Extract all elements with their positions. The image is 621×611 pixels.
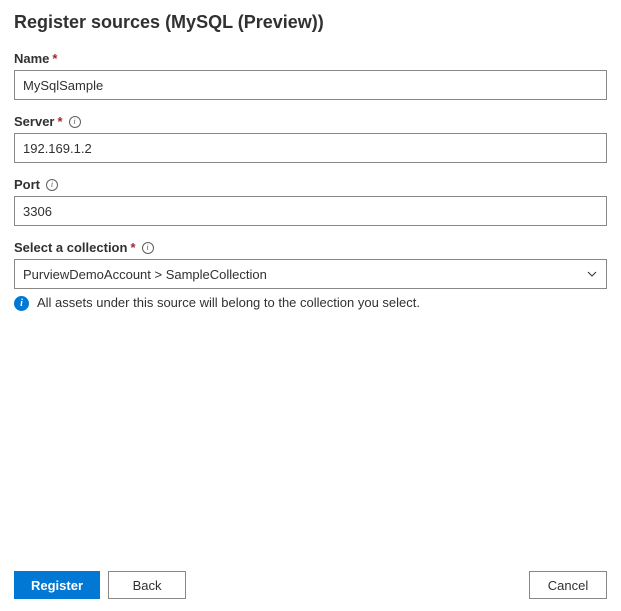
cancel-button[interactable]: Cancel [529, 571, 607, 599]
required-indicator: * [130, 240, 135, 255]
collection-helper-text: All assets under this source will belong… [37, 295, 420, 310]
name-label: Name * [14, 51, 607, 66]
name-field-group: Name * [14, 51, 607, 100]
port-label-text: Port [14, 177, 40, 192]
collection-label-text: Select a collection [14, 240, 127, 255]
port-input[interactable] [14, 196, 607, 226]
server-label-text: Server [14, 114, 54, 129]
server-field-group: Server * i [14, 114, 607, 163]
server-input[interactable] [14, 133, 607, 163]
info-icon: i [14, 296, 29, 311]
collection-dropdown[interactable]: PurviewDemoAccount > SampleCollection [14, 259, 607, 289]
collection-field-group: Select a collection * i PurviewDemoAccou… [14, 240, 607, 311]
back-button[interactable]: Back [108, 571, 186, 599]
page-title: Register sources (MySQL (Preview)) [14, 12, 607, 33]
collection-label: Select a collection * i [14, 240, 607, 255]
info-icon[interactable]: i [142, 242, 154, 254]
chevron-down-icon [586, 268, 598, 280]
port-field-group: Port i [14, 177, 607, 226]
collection-helper-row: i All assets under this source will belo… [14, 295, 607, 311]
required-indicator: * [52, 51, 57, 66]
register-button[interactable]: Register [14, 571, 100, 599]
port-label: Port i [14, 177, 607, 192]
info-icon[interactable]: i [69, 116, 81, 128]
name-input[interactable] [14, 70, 607, 100]
name-label-text: Name [14, 51, 49, 66]
info-icon[interactable]: i [46, 179, 58, 191]
footer: Register Back Cancel [14, 571, 607, 599]
required-indicator: * [57, 114, 62, 129]
collection-selected-value: PurviewDemoAccount > SampleCollection [23, 267, 586, 282]
footer-left-buttons: Register Back [14, 571, 186, 599]
server-label: Server * i [14, 114, 607, 129]
